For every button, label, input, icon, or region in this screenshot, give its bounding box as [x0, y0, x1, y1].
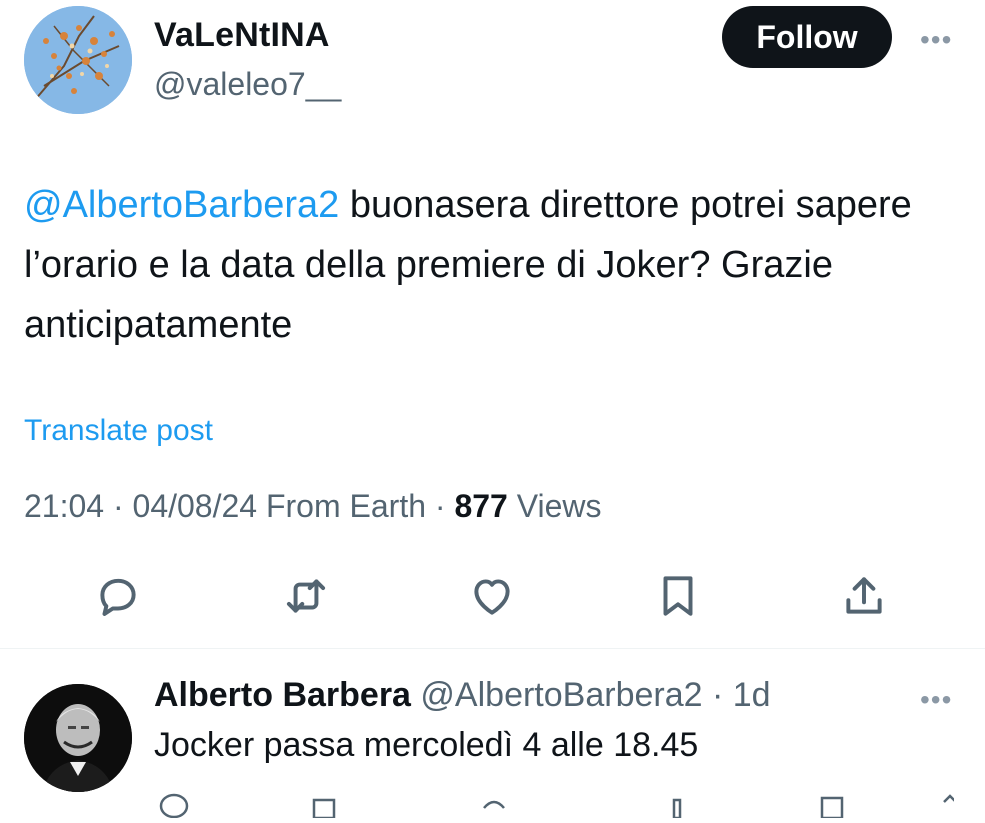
- bookmark-icon[interactable]: [648, 566, 708, 626]
- avatar-image: [24, 684, 132, 792]
- post-text: @AlbertoBarbera2 buonasera direttore pot…: [24, 175, 954, 355]
- views-label: Views: [507, 488, 602, 524]
- author-avatar[interactable]: [24, 6, 132, 114]
- reply-author-avatar[interactable]: [24, 684, 132, 792]
- reply-icon[interactable]: [88, 566, 148, 626]
- meta-separator: ·: [104, 488, 133, 524]
- post-location: From Earth: [257, 488, 426, 524]
- meta-separator: ·: [426, 488, 455, 524]
- mention-link[interactable]: @AlbertoBarbera2: [24, 184, 339, 226]
- share-icon[interactable]: [834, 566, 894, 626]
- avatar-image: [24, 6, 132, 114]
- reply-more-options-icon[interactable]: •••: [920, 684, 952, 716]
- views-count: 877: [454, 488, 508, 524]
- follow-button[interactable]: Follow: [722, 6, 892, 68]
- reply-separator: ·: [702, 676, 733, 714]
- reply-action-icons: [159, 793, 957, 820]
- reply-text: Jocker passa mercoledì 4 alle 18.45: [154, 726, 699, 764]
- post-date[interactable]: 04/08/24: [133, 488, 258, 524]
- reply-action-bar: [154, 788, 957, 820]
- translate-post-link[interactable]: Translate post: [24, 414, 213, 448]
- post-meta: 21:04 · 04/08/24 From Earth · 877 Views: [24, 488, 602, 525]
- author-name[interactable]: VaLeNtINA: [154, 16, 330, 55]
- reply-author-handle[interactable]: @AlbertoBarbera2: [411, 676, 702, 714]
- author-handle[interactable]: @valeleo7__: [154, 66, 341, 103]
- reply-header: Alberto Barbera @AlbertoBarbera2 · 1d: [154, 676, 771, 715]
- more-options-icon[interactable]: •••: [920, 24, 952, 56]
- like-icon[interactable]: [462, 566, 522, 626]
- reply-age[interactable]: 1d: [733, 676, 771, 714]
- repost-icon[interactable]: [276, 566, 336, 626]
- divider: [0, 648, 985, 649]
- post-time[interactable]: 21:04: [24, 488, 104, 524]
- reply-author-name[interactable]: Alberto Barbera: [154, 676, 411, 714]
